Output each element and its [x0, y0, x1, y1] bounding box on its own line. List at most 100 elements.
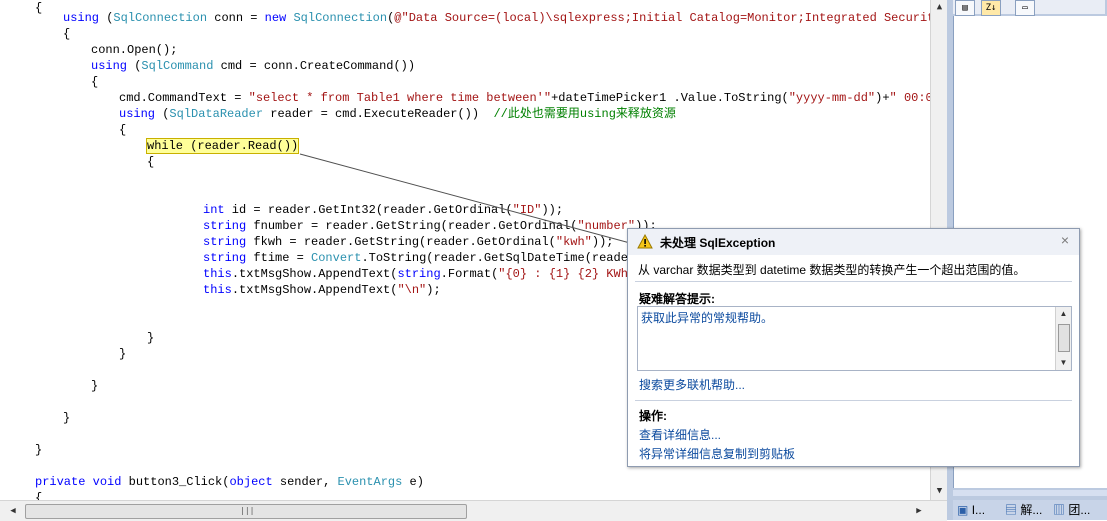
code-line[interactable]: using (SqlDataReader reader = cmd.Execut… — [119, 106, 676, 122]
code-token: } — [119, 347, 127, 361]
scroll-thumb[interactable]: ||| — [25, 504, 467, 519]
scroll-thumb[interactable] — [1058, 324, 1070, 352]
code-token: SqlConnection — [293, 11, 388, 25]
code-token: "yyyy-mm-dd" — [788, 91, 876, 105]
panel-splitter[interactable] — [953, 490, 1107, 496]
code-line[interactable]: } — [35, 442, 42, 458]
team-icon: ▥ — [1053, 503, 1066, 517]
code-line[interactable]: string fkwh = reader.GetString(reader.Ge… — [203, 234, 614, 250]
divider — [635, 281, 1072, 282]
copy-to-clipboard-link[interactable]: 将异常详细信息复制到剪贴板 — [639, 445, 795, 462]
code-token: ( — [155, 107, 170, 121]
code-line[interactable]: using (SqlConnection conn = new SqlConne… — [63, 10, 930, 26]
code-token: Convert — [311, 251, 362, 265]
code-line[interactable]: { — [91, 74, 98, 90]
code-line[interactable]: this.txtMsgShow.AppendText("\n"); — [203, 282, 441, 298]
code-token: { — [35, 1, 43, 15]
code-line[interactable]: using (SqlCommand cmd = conn.CreateComma… — [91, 58, 415, 74]
exception-message: 从 varchar 数据类型到 datetime 数据类型的转换产生一个超出范围… — [638, 263, 1026, 277]
search-online-help-link[interactable]: 搜索更多联机帮助... — [639, 376, 745, 393]
code-token: )); — [591, 235, 614, 249]
code-line[interactable]: cmd.CommandText = "select * from Table1 … — [119, 90, 930, 106]
scroll-left-icon[interactable]: ◀ — [6, 504, 20, 518]
code-token: ); — [426, 283, 441, 297]
code-token: EventArgs — [337, 475, 403, 489]
code-token: SqlConnection — [113, 11, 208, 25]
code-token: { — [119, 123, 127, 137]
code-token: .txtMsgShow.AppendText( — [231, 283, 398, 297]
code-line[interactable]: { — [63, 26, 70, 42]
code-token: } — [91, 379, 99, 393]
code-line[interactable]: { — [119, 122, 126, 138]
code-line[interactable]: { — [35, 0, 42, 16]
code-token: cmd.CommandText = — [119, 91, 249, 105]
categorized-icon[interactable]: ▤ — [955, 0, 975, 16]
current-statement: while (reader.Read()) — [145, 138, 300, 154]
code-token: { — [35, 491, 43, 500]
code-token: fkwh = reader.GetString(reader.GetOrdina… — [246, 235, 556, 249]
troubleshooting-label: 疑难解答提示: — [639, 292, 715, 306]
code-token: private — [35, 475, 86, 489]
scroll-down-icon[interactable]: ▼ — [932, 484, 947, 499]
tab-1[interactable]: ▣ I... — [957, 502, 985, 518]
code-token: sender, — [272, 475, 338, 489]
code-token: SqlDataReader — [169, 107, 264, 121]
exception-header: 未处理 SqlException × — [628, 229, 1079, 255]
scroll-up-icon[interactable]: ▲ — [932, 0, 947, 15]
code-line[interactable]: this.txtMsgShow.AppendText(string.Format… — [203, 266, 628, 282]
code-token: new — [264, 11, 287, 25]
tab-icon: ▣ — [957, 503, 969, 517]
scroll-up-icon[interactable]: ▲ — [1056, 307, 1071, 321]
editor-horizontal-scrollbar[interactable]: ◀ ||| ▶ — [0, 500, 947, 521]
code-token: cmd = conn.CreateCommand()) — [213, 59, 416, 73]
properties-toolbar: ▤ Z↓ ▭ — [953, 0, 1105, 16]
actions-label: 操作: — [639, 409, 667, 423]
code-line[interactable]: } — [147, 330, 154, 346]
code-line[interactable]: } — [91, 378, 98, 394]
alphabetical-sort-icon[interactable]: Z↓ — [981, 0, 1001, 16]
code-token: SqlCommand — [141, 59, 214, 73]
code-token: } — [147, 331, 155, 345]
tab-2[interactable]: ▤ 解... — [1005, 502, 1042, 518]
code-token: id = reader.GetInt32(reader.GetOrdinal( — [224, 203, 513, 217]
code-token: .txtMsgShow.AppendText( — [231, 267, 398, 281]
code-token: button3_Click( — [121, 475, 230, 489]
property-pages-icon[interactable]: ▭ — [1015, 0, 1035, 16]
code-token: using — [119, 107, 156, 121]
code-token: } — [63, 411, 71, 425]
code-token: string — [203, 251, 247, 265]
code-token: string — [203, 235, 247, 249]
code-token: .Format( — [440, 267, 499, 281]
code-token: )+ — [875, 91, 890, 105]
code-token: ( — [99, 11, 114, 25]
code-token: @"Data Source=(local)\sqlexpress;Initial… — [394, 11, 930, 25]
hints-scrollbar[interactable]: ▲ ▼ — [1055, 307, 1071, 370]
code-token: ( — [127, 59, 142, 73]
code-token: "ID" — [512, 203, 542, 217]
code-token: fnumber = reader.GetString(reader.GetOrd… — [246, 219, 578, 233]
thumb-grip-icon: ||| — [240, 506, 255, 515]
code-token: string — [203, 219, 247, 233]
tab-3[interactable]: ▥ 团... — [1053, 502, 1090, 518]
code-line[interactable]: conn.Open(); — [91, 42, 177, 58]
code-line[interactable]: while (reader.Read()) — [145, 138, 300, 154]
scroll-right-icon[interactable]: ▶ — [912, 504, 926, 518]
solution-explorer-icon: ▤ — [1005, 503, 1018, 517]
code-line[interactable]: int id = reader.GetInt32(reader.GetOrdin… — [203, 202, 563, 218]
code-line[interactable]: string ftime = Convert.ToString(reader.G… — [203, 250, 635, 266]
code-line[interactable]: private void button3_Click(object sender… — [35, 474, 424, 490]
code-token: conn = — [207, 11, 265, 25]
close-icon[interactable]: × — [1058, 233, 1072, 247]
scroll-down-icon[interactable]: ▼ — [1056, 356, 1071, 370]
code-line[interactable]: string fnumber = reader.GetString(reader… — [203, 218, 657, 234]
code-line[interactable]: } — [119, 346, 126, 362]
code-line[interactable]: } — [63, 410, 70, 426]
code-token: "\n" — [397, 283, 427, 297]
view-detail-link[interactable]: 查看详细信息... — [639, 426, 721, 443]
code-token: { — [63, 27, 71, 41]
code-line[interactable]: { — [147, 154, 154, 170]
exception-assistant: 未处理 SqlException × 从 varchar 数据类型到 datet… — [627, 228, 1080, 467]
troubleshooting-link[interactable]: 获取此异常的常规帮助。 — [641, 309, 773, 326]
code-line[interactable]: { — [35, 490, 42, 500]
code-token: conn.Open(); — [91, 43, 178, 57]
